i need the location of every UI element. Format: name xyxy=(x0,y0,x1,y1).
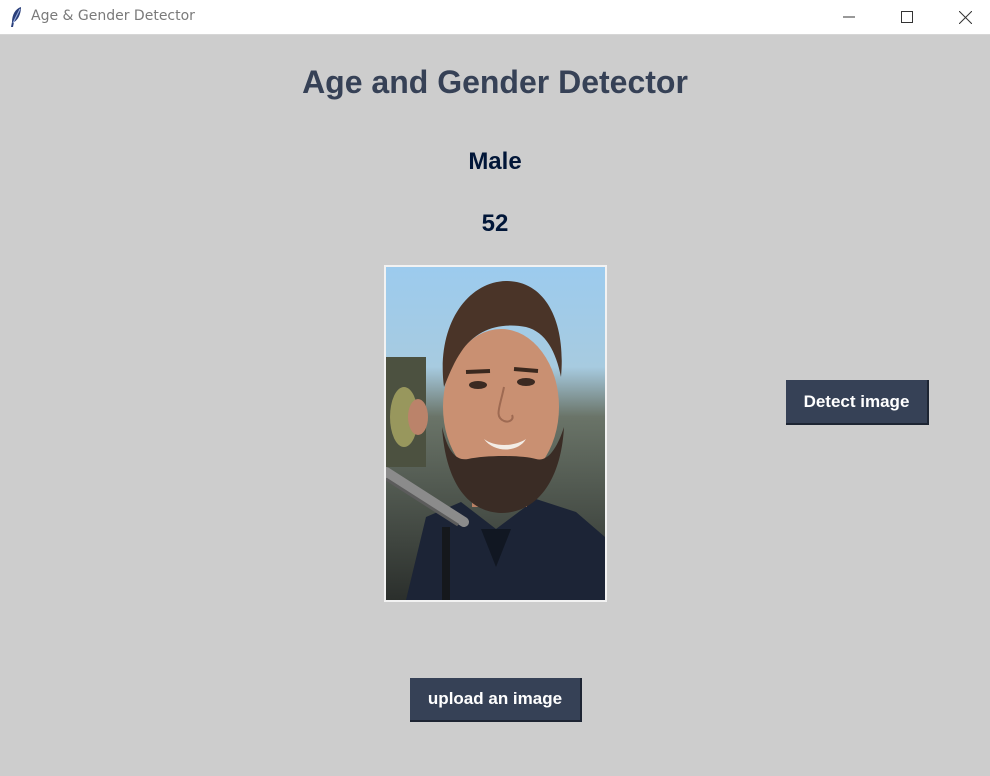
feather-icon xyxy=(8,6,24,28)
detect-image-button[interactable]: Detect image xyxy=(786,380,929,425)
minimize-icon xyxy=(843,16,855,18)
gender-result: Male xyxy=(468,148,522,175)
app-canvas: Age and Gender Detector Male 52 Detect i… xyxy=(0,36,990,776)
age-result: 52 xyxy=(481,210,509,237)
window-title: Age & Gender Detector xyxy=(31,8,195,24)
maximize-button[interactable] xyxy=(884,0,930,34)
page-title: Age and Gender Detector xyxy=(302,64,688,100)
uploaded-face-photo xyxy=(384,265,607,602)
close-icon xyxy=(958,10,972,24)
close-button[interactable] xyxy=(942,0,988,34)
upload-image-button[interactable]: upload an image xyxy=(410,678,582,722)
title-bar: Age & Gender Detector xyxy=(0,0,990,35)
maximize-icon xyxy=(901,11,913,23)
minimize-button[interactable] xyxy=(826,0,872,34)
